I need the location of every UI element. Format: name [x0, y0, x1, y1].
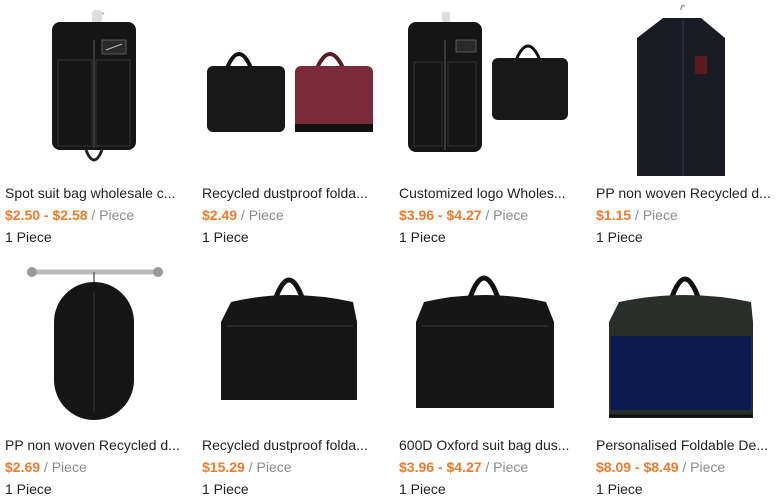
product-title[interactable]: PP non woven Recycled d...	[5, 437, 183, 453]
product-card[interactable]: Spot suit bag wholesale c... $2.50 - $2.…	[0, 0, 185, 250]
price-unit: / Piece	[678, 459, 726, 475]
product-card[interactable]: 600D Oxford suit bag dus... $3.96 - $4.2…	[394, 252, 579, 502]
product-image[interactable]	[591, 0, 776, 180]
min-order-quantity: 1 Piece	[596, 481, 643, 497]
price-value: $2.69	[5, 459, 41, 475]
product-price: $3.96 - $4.27 / Piece	[399, 207, 528, 223]
product-price: $8.09 - $8.49 / Piece	[596, 459, 725, 475]
product-title[interactable]: Spot suit bag wholesale c...	[5, 185, 183, 201]
product-title[interactable]: Recycled dustproof folda...	[202, 437, 380, 453]
price-value: $3.96 - $4.27	[399, 207, 482, 223]
product-image[interactable]	[0, 252, 185, 432]
price-value: $8.09 - $8.49	[596, 459, 679, 475]
product-image[interactable]	[394, 0, 579, 180]
product-price: $1.15 / Piece	[596, 207, 678, 223]
min-order-quantity: 1 Piece	[596, 229, 643, 245]
product-price: $3.96 - $4.27 / Piece	[399, 459, 528, 475]
product-image[interactable]	[394, 252, 579, 432]
product-price: $2.69 / Piece	[5, 459, 87, 475]
price-value: $2.49	[202, 207, 238, 223]
min-order-quantity: 1 Piece	[5, 481, 52, 497]
min-order-quantity: 1 Piece	[202, 481, 249, 497]
product-title[interactable]: Customized logo Wholes...	[399, 185, 577, 201]
product-title[interactable]: Recycled dustproof folda...	[202, 185, 380, 201]
price-value: $1.15	[596, 207, 632, 223]
product-grid: Spot suit bag wholesale c... $2.50 - $2.…	[0, 0, 776, 501]
price-value: $3.96 - $4.27	[399, 459, 482, 475]
product-title[interactable]: 600D Oxford suit bag dus...	[399, 437, 577, 453]
price-unit: / Piece	[481, 459, 529, 475]
product-card[interactable]: PP non woven Recycled d... $2.69 / Piece…	[0, 252, 185, 502]
price-unit: / Piece	[631, 207, 678, 223]
product-image[interactable]	[197, 0, 382, 180]
price-unit: / Piece	[244, 459, 292, 475]
product-image[interactable]	[0, 0, 185, 180]
product-image[interactable]	[197, 252, 382, 432]
price-value: $2.50 - $2.58	[5, 207, 88, 223]
price-unit: / Piece	[237, 207, 284, 223]
product-card[interactable]: Customized logo Wholes... $3.96 - $4.27 …	[394, 0, 579, 250]
product-title[interactable]: Personalised Foldable De...	[596, 437, 774, 453]
product-card[interactable]: Recycled dustproof folda... $2.49 / Piec…	[197, 0, 382, 250]
price-unit: / Piece	[40, 459, 87, 475]
product-price: $2.49 / Piece	[202, 207, 284, 223]
min-order-quantity: 1 Piece	[5, 229, 52, 245]
min-order-quantity: 1 Piece	[399, 481, 446, 497]
price-unit: / Piece	[481, 207, 529, 223]
product-card[interactable]: Personalised Foldable De... $8.09 - $8.4…	[591, 252, 776, 502]
min-order-quantity: 1 Piece	[202, 229, 249, 245]
price-unit: / Piece	[87, 207, 135, 223]
product-card[interactable]: Recycled dustproof folda... $15.29 / Pie…	[197, 252, 382, 502]
product-title[interactable]: PP non woven Recycled d...	[596, 185, 774, 201]
min-order-quantity: 1 Piece	[399, 229, 446, 245]
product-price: $15.29 / Piece	[202, 459, 292, 475]
product-card[interactable]: PP non woven Recycled d... $1.15 / Piece…	[591, 0, 776, 250]
product-image[interactable]	[591, 252, 776, 432]
price-value: $15.29	[202, 459, 245, 475]
product-price: $2.50 - $2.58 / Piece	[5, 207, 134, 223]
